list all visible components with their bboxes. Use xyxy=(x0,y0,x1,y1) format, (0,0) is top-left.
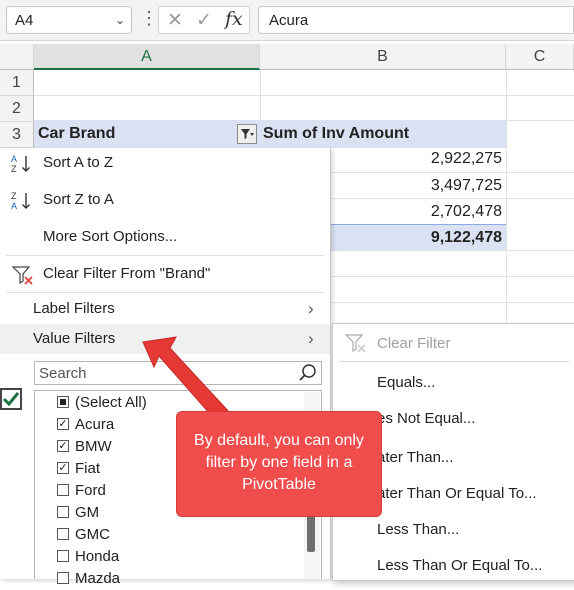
callout-text: By default, you can only filter by one f… xyxy=(194,432,364,493)
callout-box: By default, you can only filter by one f… xyxy=(176,411,382,517)
